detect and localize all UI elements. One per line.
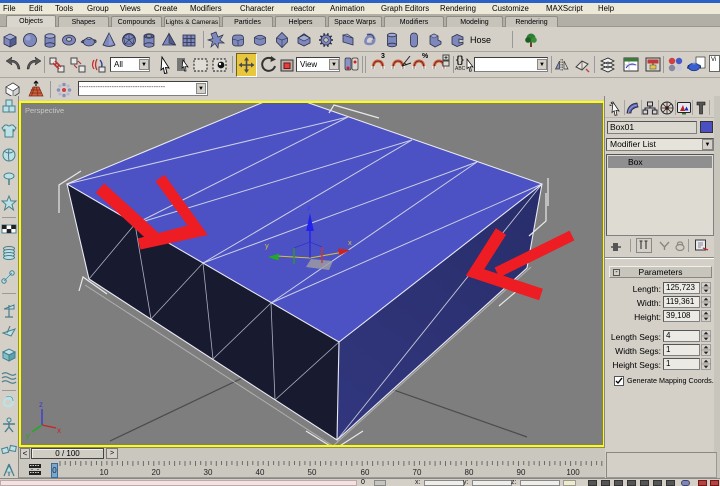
svg-text:x: x — [348, 238, 352, 247]
svg-text:y: y — [265, 241, 269, 250]
svg-text:x: x — [57, 426, 61, 435]
svg-text:z: z — [307, 203, 311, 212]
svg-text:z: z — [39, 400, 43, 409]
svg-text:Perspective: Perspective — [25, 106, 64, 115]
svg-text:y: y — [26, 431, 30, 440]
